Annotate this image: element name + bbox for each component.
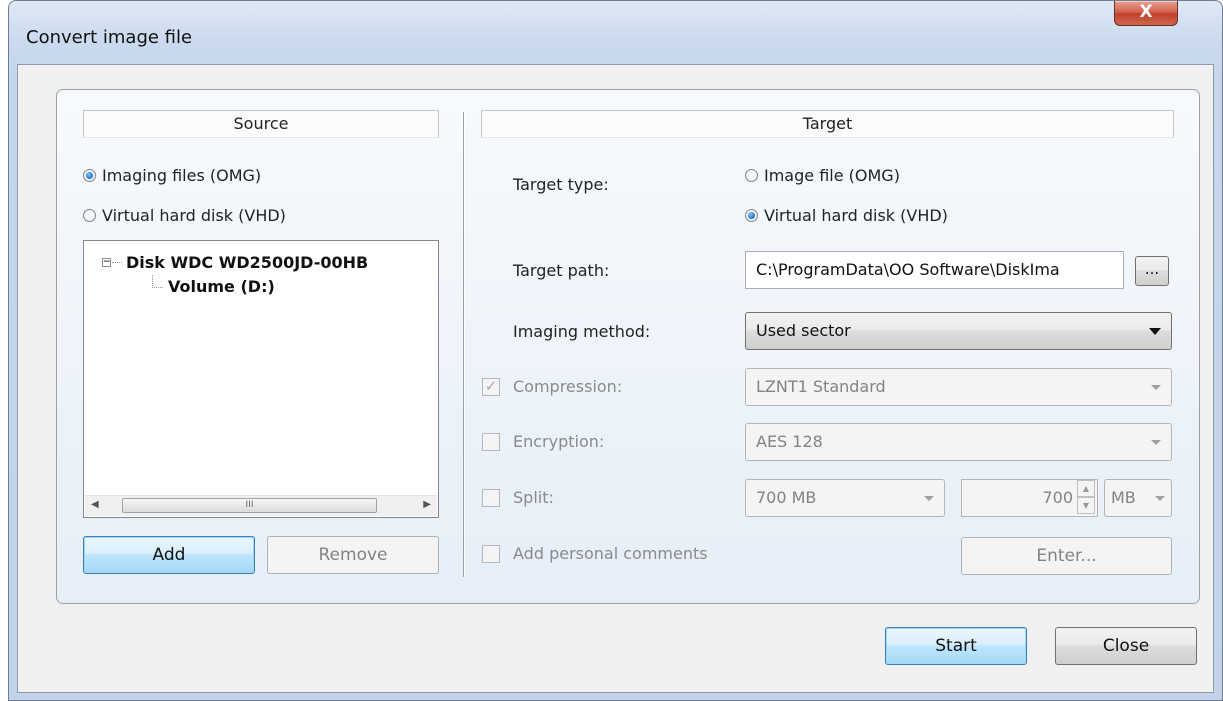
source-header: Source bbox=[83, 110, 439, 138]
window-title: Convert image file bbox=[26, 27, 193, 48]
radio-virtual-hard-disk-source-label: Virtual hard disk (VHD) bbox=[102, 206, 286, 225]
encryption-label: Encryption: bbox=[513, 432, 605, 451]
encryption-checkbox[interactable] bbox=[482, 433, 500, 451]
radio-virtual-hard-disk-source[interactable]: Virtual hard disk (VHD) bbox=[83, 206, 286, 225]
scroll-right-icon[interactable]: ▶ bbox=[423, 499, 431, 510]
scrollbar-thumb[interactable]: III bbox=[122, 498, 377, 513]
add-button[interactable]: Add bbox=[83, 536, 255, 574]
collapse-icon[interactable]: − bbox=[102, 258, 111, 267]
split-size-select[interactable]: 700 MB bbox=[745, 479, 945, 517]
radio-unselected-icon bbox=[745, 169, 758, 182]
target-path-input[interactable]: C:\ProgramData\OO Software\DiskIma bbox=[745, 251, 1124, 289]
spin-down-icon[interactable]: ▼ bbox=[1077, 497, 1095, 514]
radio-image-file[interactable]: Image file (OMG) bbox=[745, 166, 900, 185]
encryption-value: AES 128 bbox=[756, 432, 823, 451]
split-label: Split: bbox=[513, 488, 554, 507]
scroll-left-icon[interactable]: ◀ bbox=[91, 499, 99, 510]
compression-select[interactable]: LZNT1 Standard bbox=[745, 368, 1172, 406]
radio-image-file-label: Image file (OMG) bbox=[764, 166, 900, 185]
radio-virtual-hard-disk-target-label: Virtual hard disk (VHD) bbox=[764, 206, 948, 225]
compression-label: Compression: bbox=[513, 377, 623, 396]
imaging-method-label: Imaging method: bbox=[513, 322, 651, 341]
radio-imaging-files-label: Imaging files (OMG) bbox=[102, 166, 262, 185]
chevron-down-icon bbox=[1151, 440, 1161, 445]
radio-selected-icon bbox=[745, 209, 758, 222]
dialog-client-area: Source Imaging files (OMG) Virtual hard … bbox=[17, 64, 1214, 693]
tree-item-volume[interactable]: Volume (D:) bbox=[168, 277, 275, 296]
tree-item-disk-label: Disk WDC WD2500JD-00HB bbox=[126, 253, 369, 272]
source-tree-view[interactable]: − Disk WDC WD2500JD-00HB Volume (D:) ◀ I… bbox=[83, 240, 439, 518]
settings-group-box: Source Imaging files (OMG) Virtual hard … bbox=[56, 89, 1200, 604]
chevron-down-icon bbox=[1151, 385, 1161, 390]
chevron-down-icon bbox=[1155, 496, 1165, 501]
split-unit-select[interactable]: MB bbox=[1104, 479, 1172, 517]
tree-item-disk[interactable]: − Disk WDC WD2500JD-00HB bbox=[102, 253, 368, 272]
radio-imaging-files[interactable]: Imaging files (OMG) bbox=[83, 166, 261, 185]
target-type-label: Target type: bbox=[513, 175, 609, 194]
remove-button[interactable]: Remove bbox=[267, 536, 439, 574]
checkmark-icon: ✓ bbox=[484, 377, 498, 395]
tree-connector bbox=[152, 275, 163, 288]
split-size-spinner[interactable]: ▲ ▼ bbox=[1077, 480, 1095, 516]
enter-comments-button[interactable]: Enter... bbox=[961, 537, 1172, 575]
radio-unselected-icon bbox=[83, 209, 96, 222]
radio-virtual-hard-disk-target[interactable]: Virtual hard disk (VHD) bbox=[745, 206, 948, 225]
split-size-value: 700 MB bbox=[756, 488, 817, 507]
comments-label: Add personal comments bbox=[513, 544, 708, 563]
compression-checkbox[interactable]: ✓ bbox=[482, 378, 500, 396]
target-header: Target bbox=[481, 110, 1174, 138]
encryption-select[interactable]: AES 128 bbox=[745, 423, 1172, 461]
split-checkbox[interactable] bbox=[482, 489, 500, 507]
dialog-window: Convert image file X Source Imaging file… bbox=[8, 0, 1223, 701]
radio-selected-icon bbox=[83, 169, 96, 182]
scrollbar-grip-icon: III bbox=[245, 500, 254, 510]
target-path-label: Target path: bbox=[513, 261, 610, 280]
tree-connector bbox=[112, 262, 122, 263]
horizontal-scrollbar[interactable]: ◀ III ▶ bbox=[85, 495, 437, 516]
compression-value: LZNT1 Standard bbox=[756, 377, 886, 396]
tree-item-volume-label: Volume (D:) bbox=[168, 277, 275, 296]
window-close-button[interactable]: X bbox=[1114, 1, 1178, 26]
imaging-method-value: Used sector bbox=[756, 321, 851, 340]
spin-up-icon[interactable]: ▲ bbox=[1077, 480, 1095, 497]
imaging-method-select[interactable]: Used sector bbox=[745, 312, 1172, 350]
chevron-down-icon bbox=[1149, 328, 1161, 335]
split-unit-value: MB bbox=[1111, 488, 1136, 507]
comments-checkbox[interactable] bbox=[482, 545, 500, 563]
browse-button[interactable]: ... bbox=[1135, 256, 1169, 286]
panel-divider bbox=[463, 112, 465, 577]
chevron-down-icon bbox=[924, 496, 934, 501]
start-button[interactable]: Start bbox=[885, 627, 1027, 665]
close-button[interactable]: Close bbox=[1055, 627, 1197, 665]
